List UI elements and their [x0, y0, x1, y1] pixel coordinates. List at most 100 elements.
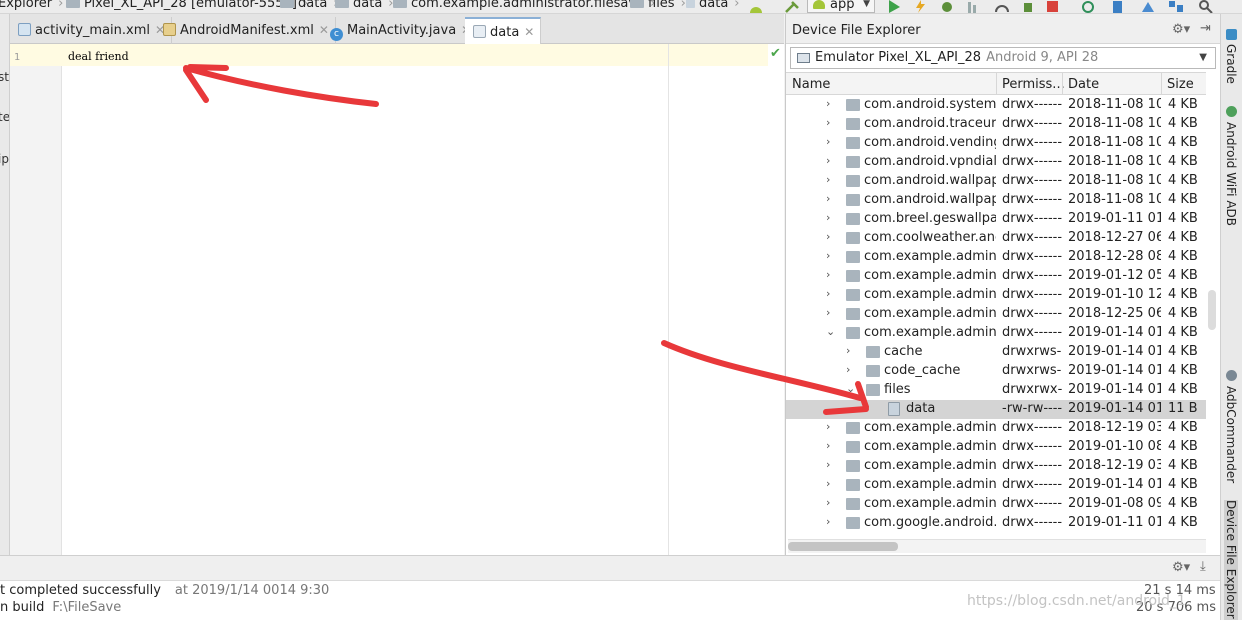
tree-row[interactable]: › com.android.vending drwx------ 2018-11-08…: [786, 134, 1206, 153]
column-header-date[interactable]: Date: [1068, 77, 1099, 92]
tree-row[interactable]: › com.example.administr drwx------ 2018-12-…: [786, 457, 1206, 476]
breadcrumb-item[interactable]: data›: [686, 0, 740, 11]
project-structure-icon[interactable]: [1168, 0, 1184, 13]
tab-android-manifest[interactable]: AndroidManifest.xml ✕: [155, 17, 336, 44]
right-margin-guide: [668, 44, 669, 555]
tool-window-adb-commander[interactable]: AdbCommander: [1224, 386, 1238, 483]
tree-row[interactable]: ⌄ files drwxrwx--: 2019-01-14 01:3 4 KB: [786, 381, 1206, 400]
debug-icon[interactable]: [940, 0, 954, 13]
chevron-right-icon[interactable]: ›: [826, 97, 830, 110]
tree-row[interactable]: › com.coolweather.andro drwx------ 2018-12-…: [786, 229, 1206, 248]
tree-row[interactable]: › com.google.android.ap drwx------ 2019-01-…: [786, 514, 1206, 533]
breadcrumb-item[interactable]: Explorer ›: [0, 0, 63, 11]
tree-row[interactable]: › code_cache drwxrws--: 2019-01-14 01:3 4 KB: [786, 362, 1206, 381]
search-icon[interactable]: [1198, 0, 1214, 13]
tree-row[interactable]: › com.example.administr drwx------ 2019-01-…: [786, 267, 1206, 286]
breadcrumb-item[interactable]: Pixel_XL_API_28 [emulator-5554] ›: [66, 0, 308, 11]
chevron-down-icon: ▼: [1199, 52, 1207, 63]
file-name: com.android.vending: [864, 135, 996, 150]
chevron-right-icon[interactable]: ›: [826, 420, 830, 433]
horizontal-scrollbar[interactable]: [788, 539, 1206, 553]
chevron-right-icon[interactable]: ›: [826, 458, 830, 471]
tree-row[interactable]: › com.example.administr drwx------ 2019-01-…: [786, 438, 1206, 457]
chevron-down-icon[interactable]: ⌄: [826, 325, 835, 338]
tree-row[interactable]: data -rw-rw---- 2019-01-14 01:3 11 B: [786, 400, 1206, 419]
chevron-right-icon[interactable]: ›: [826, 306, 830, 319]
chevron-right-icon[interactable]: ›: [826, 268, 830, 281]
profiler-icon[interactable]: [994, 0, 1010, 13]
chevron-right-icon[interactable]: ›: [826, 173, 830, 186]
tool-window-label[interactable]: st: [0, 70, 9, 84]
apply-changes-icon[interactable]: [913, 0, 927, 13]
file-name: data: [906, 401, 936, 416]
tree-row[interactable]: › com.example.administr drwx------ 2018-12-…: [786, 248, 1206, 267]
chevron-right-icon[interactable]: ›: [826, 154, 830, 167]
tree-row[interactable]: › com.example.administr drwx------ 2018-12-…: [786, 305, 1206, 324]
tree-row[interactable]: › com.breel.geswallpape drwx------ 2019-01-…: [786, 210, 1206, 229]
tab-activity-main-xml[interactable]: activity_main.xml ✕: [10, 17, 173, 44]
tool-window-wifi-adb[interactable]: Android WiFi ADB: [1224, 122, 1238, 226]
chevron-right-icon[interactable]: ›: [826, 439, 830, 452]
breadcrumb-item[interactable]: data›: [335, 0, 394, 11]
file-name: com.example.administr: [864, 249, 996, 264]
tab-data[interactable]: data ✕: [465, 17, 542, 44]
code-editor[interactable]: 1 deal friend ✔: [10, 44, 784, 555]
tree-row[interactable]: › com.android.vpndialog drwx------ 2018-11-…: [786, 153, 1206, 172]
stop-icon[interactable]: [1046, 0, 1060, 13]
coverage-icon[interactable]: [966, 0, 980, 13]
tree-row[interactable]: › com.android.wallpaper drwx------ 2018-11-…: [786, 172, 1206, 191]
chevron-right-icon[interactable]: ›: [826, 477, 830, 490]
chevron-right-icon[interactable]: ›: [846, 344, 850, 357]
gear-icon[interactable]: ⚙▾: [1172, 560, 1190, 575]
device-select[interactable]: Emulator Pixel_XL_API_28 Android 9, API 2…: [790, 47, 1216, 69]
column-header-name[interactable]: Name: [792, 77, 830, 92]
file-content[interactable]: deal friend: [68, 50, 129, 63]
tree-row[interactable]: › com.android.systemui.t drwx------ 2018-11…: [786, 96, 1206, 115]
tree-row[interactable]: › com.example.administr drwx------ 2019-01-…: [786, 476, 1206, 495]
chevron-right-icon[interactable]: ›: [826, 287, 830, 300]
breadcrumb-item[interactable]: com.example.administrator.filesave ›: [393, 0, 655, 11]
chevron-right-icon[interactable]: ›: [826, 192, 830, 205]
chevron-right-icon[interactable]: ›: [826, 211, 830, 224]
tool-window-label[interactable]: ip: [0, 152, 9, 166]
hammer-icon[interactable]: [784, 0, 800, 13]
column-header-permissions[interactable]: Permiss...: [1002, 77, 1065, 92]
tool-window-gradle[interactable]: Gradle: [1224, 44, 1238, 84]
column-header-size[interactable]: Size: [1167, 77, 1194, 92]
scrollbar-thumb[interactable]: [788, 542, 898, 551]
breadcrumb-item[interactable]: files ›: [630, 0, 686, 11]
sdk-manager-icon[interactable]: [1140, 0, 1156, 13]
chevron-right-icon[interactable]: ›: [846, 363, 850, 376]
breadcrumb-item[interactable]: data›: [280, 0, 339, 11]
vertical-scrollbar[interactable]: [1208, 290, 1216, 330]
chevron-down-icon[interactable]: ⌄: [846, 382, 855, 395]
avd-manager-icon[interactable]: [1110, 0, 1126, 13]
hide-panel-icon[interactable]: ⇥: [1200, 21, 1211, 36]
tree-row[interactable]: › com.android.traceur drwx------ 2018-11-08…: [786, 115, 1206, 134]
file-permissions: drwx------: [1002, 496, 1062, 511]
chevron-right-icon[interactable]: ›: [826, 116, 830, 129]
chevron-right-icon[interactable]: ›: [826, 249, 830, 262]
android-icon[interactable]: [747, 0, 765, 13]
tree-row[interactable]: › com.example.administr drwx------ 2019-01-…: [786, 286, 1206, 305]
file-name: com.android.wallpaper: [864, 173, 996, 188]
run-config-select[interactable]: app ▼: [807, 0, 875, 13]
tree-row[interactable]: › cache drwxrws--: 2019-01-14 01:3 4 KB: [786, 343, 1206, 362]
chevron-right-icon[interactable]: ›: [826, 135, 830, 148]
attach-debugger-icon[interactable]: [1021, 0, 1035, 13]
tool-window-device-file-explorer[interactable]: Device File Explorer: [1224, 500, 1238, 620]
chevron-right-icon[interactable]: ›: [826, 230, 830, 243]
gear-icon[interactable]: ⚙▾: [1172, 22, 1190, 37]
run-icon[interactable]: [887, 0, 901, 13]
tree-row[interactable]: ⌄ com.example.administr drwx------ 2019-01-…: [786, 324, 1206, 343]
tab-main-activity-java[interactable]: cMainActivity.java✕: [322, 17, 479, 44]
chevron-right-icon[interactable]: ›: [826, 515, 830, 528]
close-icon[interactable]: ✕: [524, 25, 534, 39]
download-icon[interactable]: ⤓: [1200, 559, 1206, 574]
sync-icon[interactable]: [1080, 0, 1096, 13]
chevron-right-icon[interactable]: ›: [826, 496, 830, 509]
tree-row[interactable]: › com.example.administr drwx------ 2019-01-…: [786, 495, 1206, 514]
tool-window-label[interactable]: te: [0, 110, 9, 124]
tree-row[interactable]: › com.android.wallpaper drwx------ 2018-11-…: [786, 191, 1206, 210]
tree-row[interactable]: › com.example.administr drwx------ 2018-12-…: [786, 419, 1206, 438]
